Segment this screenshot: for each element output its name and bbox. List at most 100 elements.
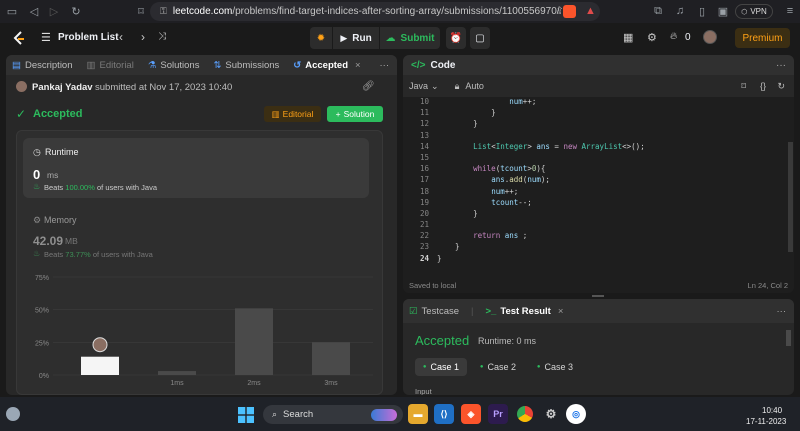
reload-icon[interactable]: ↻ xyxy=(68,5,84,18)
solutions-icon: ⚗ xyxy=(147,59,157,71)
format-icon[interactable]: {} xyxy=(760,81,766,91)
settings-app-icon[interactable]: ⚙ xyxy=(541,404,561,424)
menu-icon[interactable]: ≡ xyxy=(782,5,798,17)
line-number: 20 xyxy=(419,208,429,218)
clock-time: 10:40 xyxy=(762,406,783,415)
tab-test-result[interactable]: >_ Test Result × xyxy=(486,306,564,317)
code-more-icon[interactable]: ··· xyxy=(776,60,786,71)
case-3-tab[interactable]: ● Case 3 xyxy=(530,358,580,376)
chart-bar[interactable] xyxy=(158,371,196,375)
signal-icon[interactable]: ◎ xyxy=(566,404,586,424)
notes-button[interactable]: ▢ xyxy=(470,27,490,49)
clock-icon: ◷ xyxy=(33,147,41,157)
case-1-tab[interactable]: ● Case 1 xyxy=(415,358,467,376)
line-number: 11 xyxy=(419,108,429,118)
case-2-tab[interactable]: ● Case 2 xyxy=(473,358,523,376)
test-scrollbar[interactable] xyxy=(786,327,791,393)
rewards-icon[interactable]: ▲ xyxy=(585,5,596,17)
line-text xyxy=(429,131,437,142)
prev-problem-icon[interactable]: ‹ xyxy=(119,30,123,44)
code-line[interactable]: 15 xyxy=(403,153,794,164)
file-explorer-icon[interactable]: ▬ xyxy=(408,404,428,424)
code-line[interactable]: 19 tcount--; xyxy=(403,198,794,209)
tab-accepted[interactable]: ↺ Accepted × xyxy=(293,60,360,71)
back-icon[interactable]: ◁ xyxy=(26,5,42,18)
next-problem-icon[interactable]: › xyxy=(141,30,145,44)
submit-button[interactable]: ☁ Submit xyxy=(380,27,440,49)
tab-testcase[interactable]: ☑ Testcase xyxy=(409,306,459,317)
taskbar-search[interactable]: ⌕ Search xyxy=(263,405,403,424)
code-line[interactable]: 16 while(tcount>0){ xyxy=(403,164,794,175)
editorial-button[interactable]: ▥ Editorial xyxy=(264,106,321,122)
vpn-button[interactable]: ⬡ VPN xyxy=(735,4,773,19)
reset-icon[interactable]: ↻ xyxy=(777,81,785,92)
code-line[interactable]: 13 xyxy=(403,131,794,142)
tab-editorial[interactable]: ▥ Editorial xyxy=(87,60,134,71)
brave-icon[interactable]: ◈ xyxy=(461,404,481,424)
test-more-icon[interactable]: ··· xyxy=(777,306,787,317)
layout-icon[interactable]: ▦ xyxy=(623,31,633,44)
solution-button[interactable]: + Solution xyxy=(327,106,383,122)
code-line[interactable]: 14 List<Integer> ans = new ArrayList<>()… xyxy=(403,142,794,153)
windows-start-icon[interactable] xyxy=(238,407,254,423)
premiere-icon[interactable]: Pr xyxy=(488,404,508,424)
tab-solutions[interactable]: ⚗ Solutions xyxy=(148,60,200,71)
chart-bar[interactable] xyxy=(81,356,119,375)
sidebar-icon[interactable]: ▭ xyxy=(4,5,20,18)
runtime-distribution-chart[interactable]: 75% 50% 25% 0% 1ms 2ms 3ms xyxy=(23,269,383,395)
run-button[interactable]: ▶ Run xyxy=(333,27,379,49)
premium-button[interactable]: Premium xyxy=(735,28,790,48)
chrome-icon[interactable] xyxy=(515,404,535,424)
wallet-icon[interactable]: ▣ xyxy=(715,5,731,18)
link-icon[interactable]: 🔗︎ xyxy=(362,81,375,92)
code-line[interactable]: 22 return ans ; xyxy=(403,231,794,242)
code-line[interactable]: 24} xyxy=(403,254,794,265)
runtime-card[interactable]: ◷ Runtime 0 ms ♨ Beats 100.00% of users … xyxy=(23,138,369,198)
address-bar[interactable]: ⚿ leetcode.com/problems/find-target-indi… xyxy=(150,2,600,21)
code-line[interactable]: 21 xyxy=(403,220,794,231)
submitter-name[interactable]: Pankaj Yadav xyxy=(32,82,93,93)
mode-label[interactable]: Auto xyxy=(465,81,484,91)
code-line[interactable]: 11 } xyxy=(403,108,794,119)
avatar[interactable] xyxy=(703,30,717,44)
close-result-icon[interactable]: × xyxy=(558,306,564,317)
code-toolbar: Java ⌄ 🔒︎ Auto ⌑ {} ↻ xyxy=(403,75,794,97)
chart-bar[interactable] xyxy=(312,342,350,375)
timer-button[interactable]: ⏰ xyxy=(446,27,466,49)
sidebar-panel-icon[interactable]: ▯ xyxy=(694,5,710,18)
bookmark-icon[interactable]: ⌑ xyxy=(133,5,149,18)
weather-icon[interactable] xyxy=(6,407,20,421)
extensions-icon[interactable]: ⧉ xyxy=(650,5,666,18)
code-line[interactable]: 17 ans.add(num); xyxy=(403,175,794,186)
media-icon[interactable]: ♫ xyxy=(672,5,688,17)
tab-submissions[interactable]: ⇅ Submissions xyxy=(213,60,279,71)
code-line[interactable]: 23 } xyxy=(403,242,794,253)
chart-bar[interactable] xyxy=(235,308,273,375)
code-line[interactable]: 18 num++; xyxy=(403,187,794,198)
code-line[interactable]: 12 } xyxy=(403,119,794,130)
leetcode-logo-icon[interactable] xyxy=(12,31,26,46)
cloud-upload-icon: ☁ xyxy=(385,32,396,44)
vscode-icon[interactable]: ⟨⟩ xyxy=(434,404,454,424)
forward-icon[interactable]: ▷ xyxy=(46,5,62,18)
streak-flame-icon[interactable]: 🔥︎ xyxy=(670,31,677,42)
code-scrollbar[interactable] xyxy=(788,97,793,277)
close-tab-icon[interactable]: × xyxy=(355,60,361,71)
bookmark-code-icon[interactable]: ⌑ xyxy=(741,81,746,92)
brave-shields-icon[interactable] xyxy=(563,5,576,18)
code-line[interactable]: 10 num++; xyxy=(403,97,794,108)
problem-list-link[interactable]: Problem List xyxy=(58,32,119,43)
horizontal-resizer[interactable] xyxy=(592,295,604,297)
settings-icon[interactable]: ⚙ xyxy=(647,31,657,44)
language-select[interactable]: Java ⌄ xyxy=(409,81,439,92)
debug-button[interactable]: ✹ xyxy=(310,27,332,49)
shuffle-icon[interactable]: ⤨ xyxy=(158,31,166,42)
tab-description[interactable]: ▤ Description xyxy=(12,60,73,71)
y-tick-label: 50% xyxy=(35,308,49,315)
code-editor[interactable]: 10 num++; 11 } 12 } 13 14 List<Integer> ans … xyxy=(403,97,794,265)
line-text: } xyxy=(437,208,478,218)
user-avatar[interactable] xyxy=(16,81,27,92)
vertical-resizer[interactable] xyxy=(398,55,402,395)
more-icon[interactable]: ··· xyxy=(380,60,390,71)
code-line[interactable]: 20 } xyxy=(403,209,794,220)
